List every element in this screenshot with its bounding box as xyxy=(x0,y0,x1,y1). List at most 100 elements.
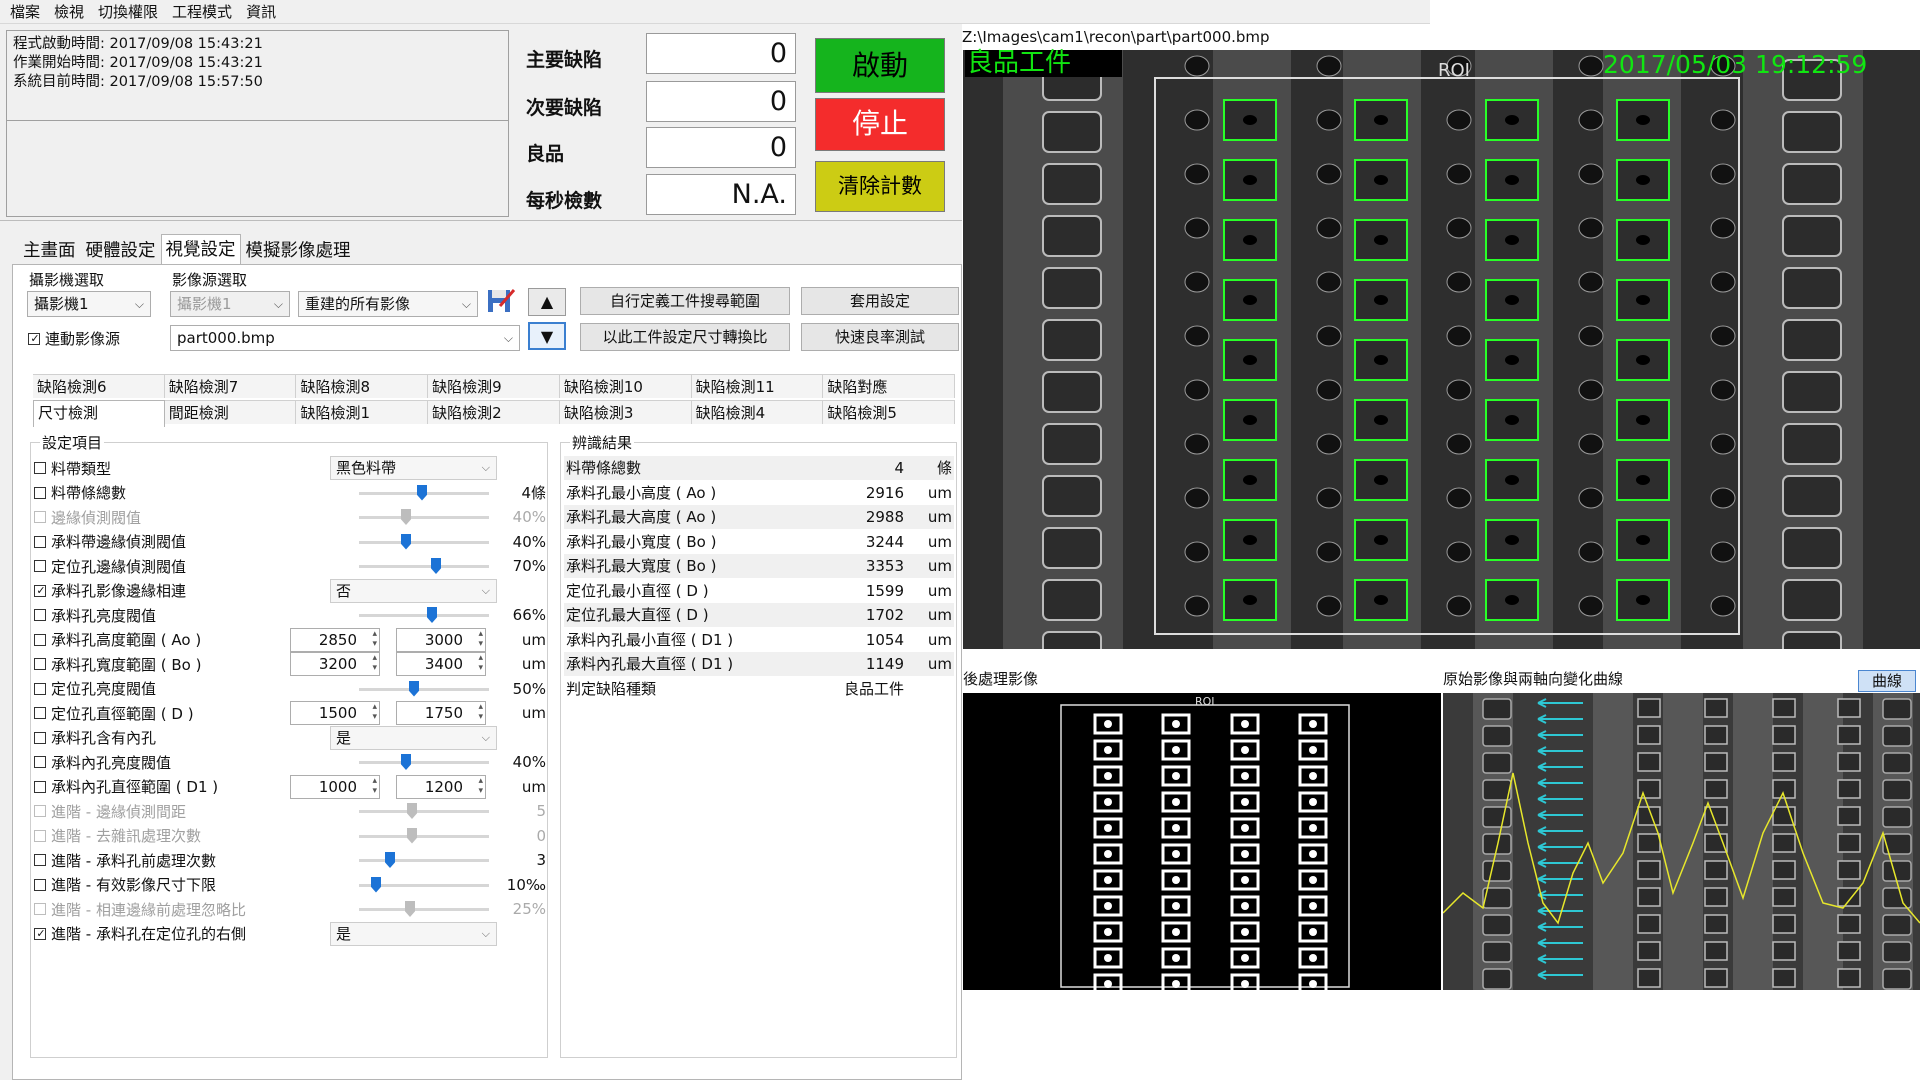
setting-checkbox[interactable]: 進階 - 承料孔在定位孔的右側 xyxy=(34,922,246,946)
range-min-input[interactable]: 3200 xyxy=(290,652,380,676)
apply-settings-button[interactable]: 套用設定 xyxy=(801,287,959,315)
save-disk-icon[interactable] xyxy=(486,286,516,316)
setting-checkbox[interactable]: 料帶條總數 xyxy=(34,481,126,505)
range-max-input[interactable]: 1200 xyxy=(396,774,486,799)
setting-slider[interactable] xyxy=(359,484,489,501)
slider-thumb[interactable] xyxy=(401,754,411,770)
subtab[interactable]: 缺陷檢測2 xyxy=(428,400,560,424)
setting-slider[interactable] xyxy=(359,876,489,893)
subtab[interactable]: 缺陷檢測8 xyxy=(296,374,429,398)
slider-thumb[interactable] xyxy=(371,876,381,893)
setting-checkbox[interactable]: 承料內孔直徑範圍 ( D1 ) xyxy=(34,775,218,799)
range-max-input[interactable]: 3400 xyxy=(396,652,486,676)
setting-checkbox[interactable]: 承料孔亮度閥值 xyxy=(34,603,156,627)
source-mode-select[interactable]: 重建的所有影像 ⌵ xyxy=(298,291,478,317)
slider-thumb[interactable] xyxy=(385,852,395,868)
setting-unit: um xyxy=(521,630,546,649)
setting-slider[interactable] xyxy=(359,558,489,574)
setting-checkbox[interactable]: 定位孔直徑範圍 ( D ) xyxy=(34,701,194,725)
setting-checkbox[interactable]: 料帶類型 xyxy=(34,456,111,480)
setting-checkbox[interactable]: 進階 - 邊緣偵測間距 xyxy=(34,799,186,823)
setting-label: 進階 - 承料孔在定位孔的右側 xyxy=(51,925,246,943)
setting-checkbox[interactable]: 進階 - 去雜訊處理次數 xyxy=(34,824,201,848)
setting-slider[interactable] xyxy=(359,754,489,770)
subtab[interactable]: 缺陷檢測10 xyxy=(559,374,692,398)
range-max-input[interactable]: 1750 xyxy=(396,701,486,725)
slider-thumb[interactable] xyxy=(431,558,441,574)
subtab[interactable]: 間距檢測 xyxy=(164,400,297,424)
quick-yield-test-button[interactable]: 快速良率測試 xyxy=(801,323,959,351)
setting-checkbox[interactable]: 進階 - 相連邊緣前處理忽略比 xyxy=(34,897,246,921)
result-unit: um xyxy=(927,508,952,526)
subtab[interactable]: 缺陷檢測9 xyxy=(428,374,560,398)
stop-button[interactable]: 停止 xyxy=(815,98,945,151)
setting-combo[interactable]: 是 ⌵ xyxy=(330,921,497,946)
subtab[interactable]: 缺陷檢測1 xyxy=(296,400,429,424)
camera-select[interactable]: 攝影機1 ⌵ xyxy=(27,291,151,317)
subtab[interactable]: 尺寸檢測 xyxy=(33,400,165,427)
range-max-input[interactable]: 3000 xyxy=(396,627,486,652)
slider-thumb[interactable] xyxy=(401,533,411,550)
tab-simulation[interactable]: 模擬影像處理 xyxy=(241,236,356,264)
rate-value: N.A. xyxy=(646,174,796,215)
tab-vision[interactable]: 視覺設定 xyxy=(160,234,241,264)
result-unit: um xyxy=(927,557,952,575)
setting-checkbox[interactable]: 承料孔高度範圍 ( Ao ) xyxy=(34,628,201,652)
setting-slider[interactable] xyxy=(359,533,489,550)
result-label: 承料孔最小高度 ( Ao ) xyxy=(566,483,717,502)
setting-checkbox[interactable]: 承料內孔亮度閥值 xyxy=(34,750,171,774)
next-image-button[interactable]: ▼ xyxy=(528,322,566,350)
link-source-checkbox[interactable]: 連動影像源 xyxy=(28,328,120,349)
menu-item[interactable]: 切換權限 xyxy=(98,1,158,22)
svg-text:ROI: ROI xyxy=(1438,60,1470,81)
setting-slider[interactable] xyxy=(359,680,489,697)
menu-item[interactable]: 檢視 xyxy=(54,1,84,22)
clear-count-button[interactable]: 清除計數 xyxy=(815,161,945,212)
previous-image-button[interactable]: ▲ xyxy=(528,288,566,316)
source-file-select[interactable]: part000.bmp ⌵ xyxy=(170,325,520,351)
setting-combo[interactable]: 黑色料帶 ⌵ xyxy=(330,456,497,480)
setting-combo[interactable]: 是 ⌵ xyxy=(330,725,497,750)
setting-checkbox[interactable]: 進階 - 有效影像尺寸下限 xyxy=(34,873,216,897)
setting-row: 承料內孔亮度閥值 40% xyxy=(34,750,546,774)
setting-slider[interactable] xyxy=(359,607,489,623)
tab-main[interactable]: 主畫面 xyxy=(18,236,81,264)
subtab[interactable]: 缺陷檢測4 xyxy=(691,400,824,424)
subtab[interactable]: 缺陷對應 xyxy=(823,374,956,398)
subtab[interactable]: 缺陷檢測6 xyxy=(33,374,165,398)
menu-item[interactable]: 資訊 xyxy=(246,1,276,22)
subtab[interactable]: 缺陷檢測11 xyxy=(691,374,824,398)
subtab[interactable]: 缺陷檢測5 xyxy=(823,400,956,424)
range-min-input[interactable]: 1500 xyxy=(290,701,380,725)
curve-button[interactable]: 曲線 xyxy=(1858,670,1916,692)
setting-checkbox[interactable]: 邊緣偵測閥值 xyxy=(34,505,141,529)
chevron-down-icon: ⌵ xyxy=(481,461,490,474)
slider-thumb[interactable] xyxy=(417,484,427,501)
setting-checkbox[interactable]: 承料孔寬度範圍 ( Bo ) xyxy=(34,652,201,676)
setting-checkbox[interactable]: 進階 - 承料孔前處理次數 xyxy=(34,848,216,872)
checkbox-icon xyxy=(34,903,46,915)
convert-ratio-button[interactable]: 以此工件設定尺寸轉換比 xyxy=(580,323,790,351)
setting-checkbox[interactable]: 承料帶邊緣偵測閥值 xyxy=(34,530,186,554)
subtab[interactable]: 缺陷檢測7 xyxy=(164,374,297,398)
setting-checkbox[interactable]: 定位孔邊緣偵測閥值 xyxy=(34,554,186,578)
range-min-input[interactable]: 2850 xyxy=(290,627,380,652)
setting-label: 料帶類型 xyxy=(51,459,112,478)
menu-item[interactable]: 工程模式 xyxy=(172,1,232,22)
setting-label: 承料孔高度範圍 ( Ao ) xyxy=(51,631,202,649)
slider-thumb[interactable] xyxy=(409,680,419,697)
custom-range-button[interactable]: 自行定義工件搜尋範圍 xyxy=(580,287,790,315)
setting-checkbox[interactable]: 承料孔含有內孔 xyxy=(34,726,156,750)
setting-slider[interactable] xyxy=(359,852,489,868)
subtab[interactable]: 缺陷檢測3 xyxy=(559,400,692,424)
setting-checkbox[interactable]: 定位孔亮度閥值 xyxy=(34,677,156,701)
camera-image[interactable]: ROI xyxy=(963,50,1920,649)
tab-hardware[interactable]: 硬體設定 xyxy=(81,236,161,264)
setting-combo[interactable]: 否 ⌵ xyxy=(330,578,497,603)
slider-thumb[interactable] xyxy=(427,607,437,623)
result-unit: um xyxy=(927,655,952,673)
setting-checkbox[interactable]: 承料孔影像邊緣相連 xyxy=(34,579,186,603)
menu-item[interactable]: 檔案 xyxy=(10,1,40,22)
start-button[interactable]: 啟動 xyxy=(815,38,945,93)
range-min-input[interactable]: 1000 xyxy=(290,774,380,799)
